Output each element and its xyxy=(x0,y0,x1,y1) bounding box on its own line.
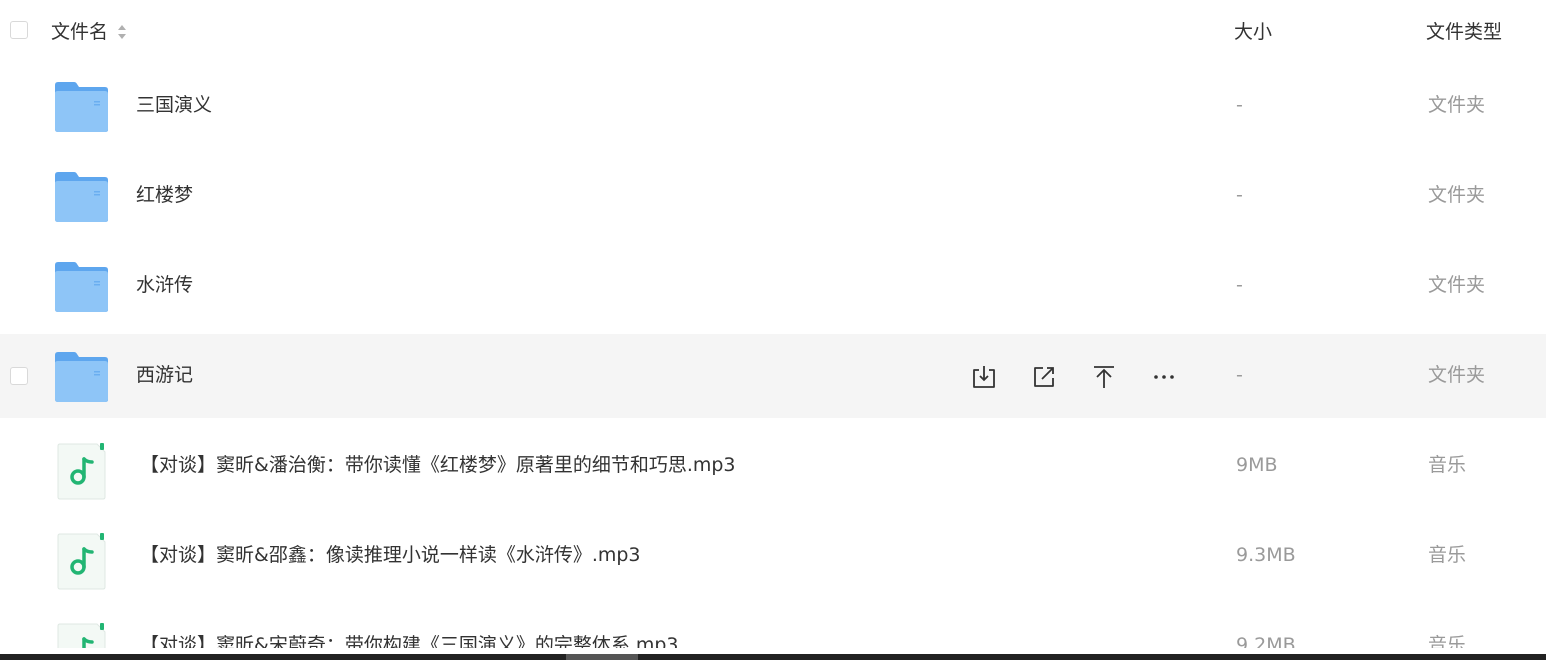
file-type: 音乐 xyxy=(1428,634,1467,648)
music-file-icon xyxy=(57,443,106,500)
file-row[interactable]: 【对谈】窦昕&邵鑫：像读推理小说一样读《水浒传》.mp3 9.3MB 音乐 xyxy=(0,514,1546,598)
file-size: 9.3MB xyxy=(1236,544,1296,566)
file-size: - xyxy=(1236,94,1243,116)
file-name[interactable]: 水浒传 xyxy=(136,272,193,298)
file-name[interactable]: 【对谈】窦昕&宋蔚奇：带你构建《三国演义》的完整体系.mp3 xyxy=(140,632,679,648)
file-list-body: 三国演义 - 文件夹 红楼梦 - 文件夹 水浒传 - 文件夹 西游记 - 文件夹… xyxy=(0,0,1546,648)
file-name[interactable]: 红楼梦 xyxy=(136,182,193,208)
folder-icon xyxy=(55,262,108,312)
file-size: 9MB xyxy=(1236,454,1278,476)
horizontal-scrollbar[interactable] xyxy=(0,654,1546,660)
file-row[interactable]: 【对谈】窦昕&宋蔚奇：带你构建《三国演义》的完整体系.mp3 9.2MB 音乐 xyxy=(0,604,1546,648)
file-type: 文件夹 xyxy=(1428,274,1486,296)
music-file-icon xyxy=(57,623,106,648)
file-row[interactable]: 三国演义 - 文件夹 xyxy=(0,64,1546,148)
file-row[interactable]: 【对谈】窦昕&潘治衡：带你读懂《红楼梦》原著里的细节和巧思.mp3 9MB 音乐 xyxy=(0,424,1546,508)
file-name[interactable]: 【对谈】窦昕&邵鑫：像读推理小说一样读《水浒传》.mp3 xyxy=(140,542,641,568)
share-icon[interactable] xyxy=(1030,363,1058,391)
file-type: 音乐 xyxy=(1428,544,1467,566)
file-type: 音乐 xyxy=(1428,454,1467,476)
row-checkbox[interactable] xyxy=(10,367,28,385)
music-file-icon xyxy=(57,533,106,590)
file-type: 文件夹 xyxy=(1428,364,1486,386)
file-size: 9.2MB xyxy=(1236,634,1296,648)
file-size: - xyxy=(1236,274,1243,296)
file-size: - xyxy=(1236,184,1243,206)
file-name[interactable]: 西游记 xyxy=(136,362,193,388)
file-name[interactable]: 三国演义 xyxy=(136,92,212,118)
file-name[interactable]: 【对谈】窦昕&潘治衡：带你读懂《红楼梦》原著里的细节和巧思.mp3 xyxy=(140,452,736,478)
scrollbar-thumb[interactable] xyxy=(566,654,638,660)
file-type: 文件夹 xyxy=(1428,184,1486,206)
file-type: 文件夹 xyxy=(1428,94,1486,116)
file-row[interactable]: 红楼梦 - 文件夹 xyxy=(0,154,1546,238)
pin-top-icon[interactable] xyxy=(1090,363,1118,391)
file-list-view: 文件名 大小 文件类型 三国演义 - 文件夹 红楼梦 - 文件夹 水浒传 - 文… xyxy=(0,0,1546,660)
more-icon[interactable] xyxy=(1150,363,1178,391)
download-icon[interactable] xyxy=(970,363,998,391)
folder-icon xyxy=(55,352,108,402)
file-size: - xyxy=(1236,364,1243,386)
file-row-hovered[interactable]: 西游记 - 文件夹 xyxy=(0,334,1546,418)
folder-icon xyxy=(55,172,108,222)
folder-icon xyxy=(55,82,108,132)
file-row[interactable]: 水浒传 - 文件夹 xyxy=(0,244,1546,328)
